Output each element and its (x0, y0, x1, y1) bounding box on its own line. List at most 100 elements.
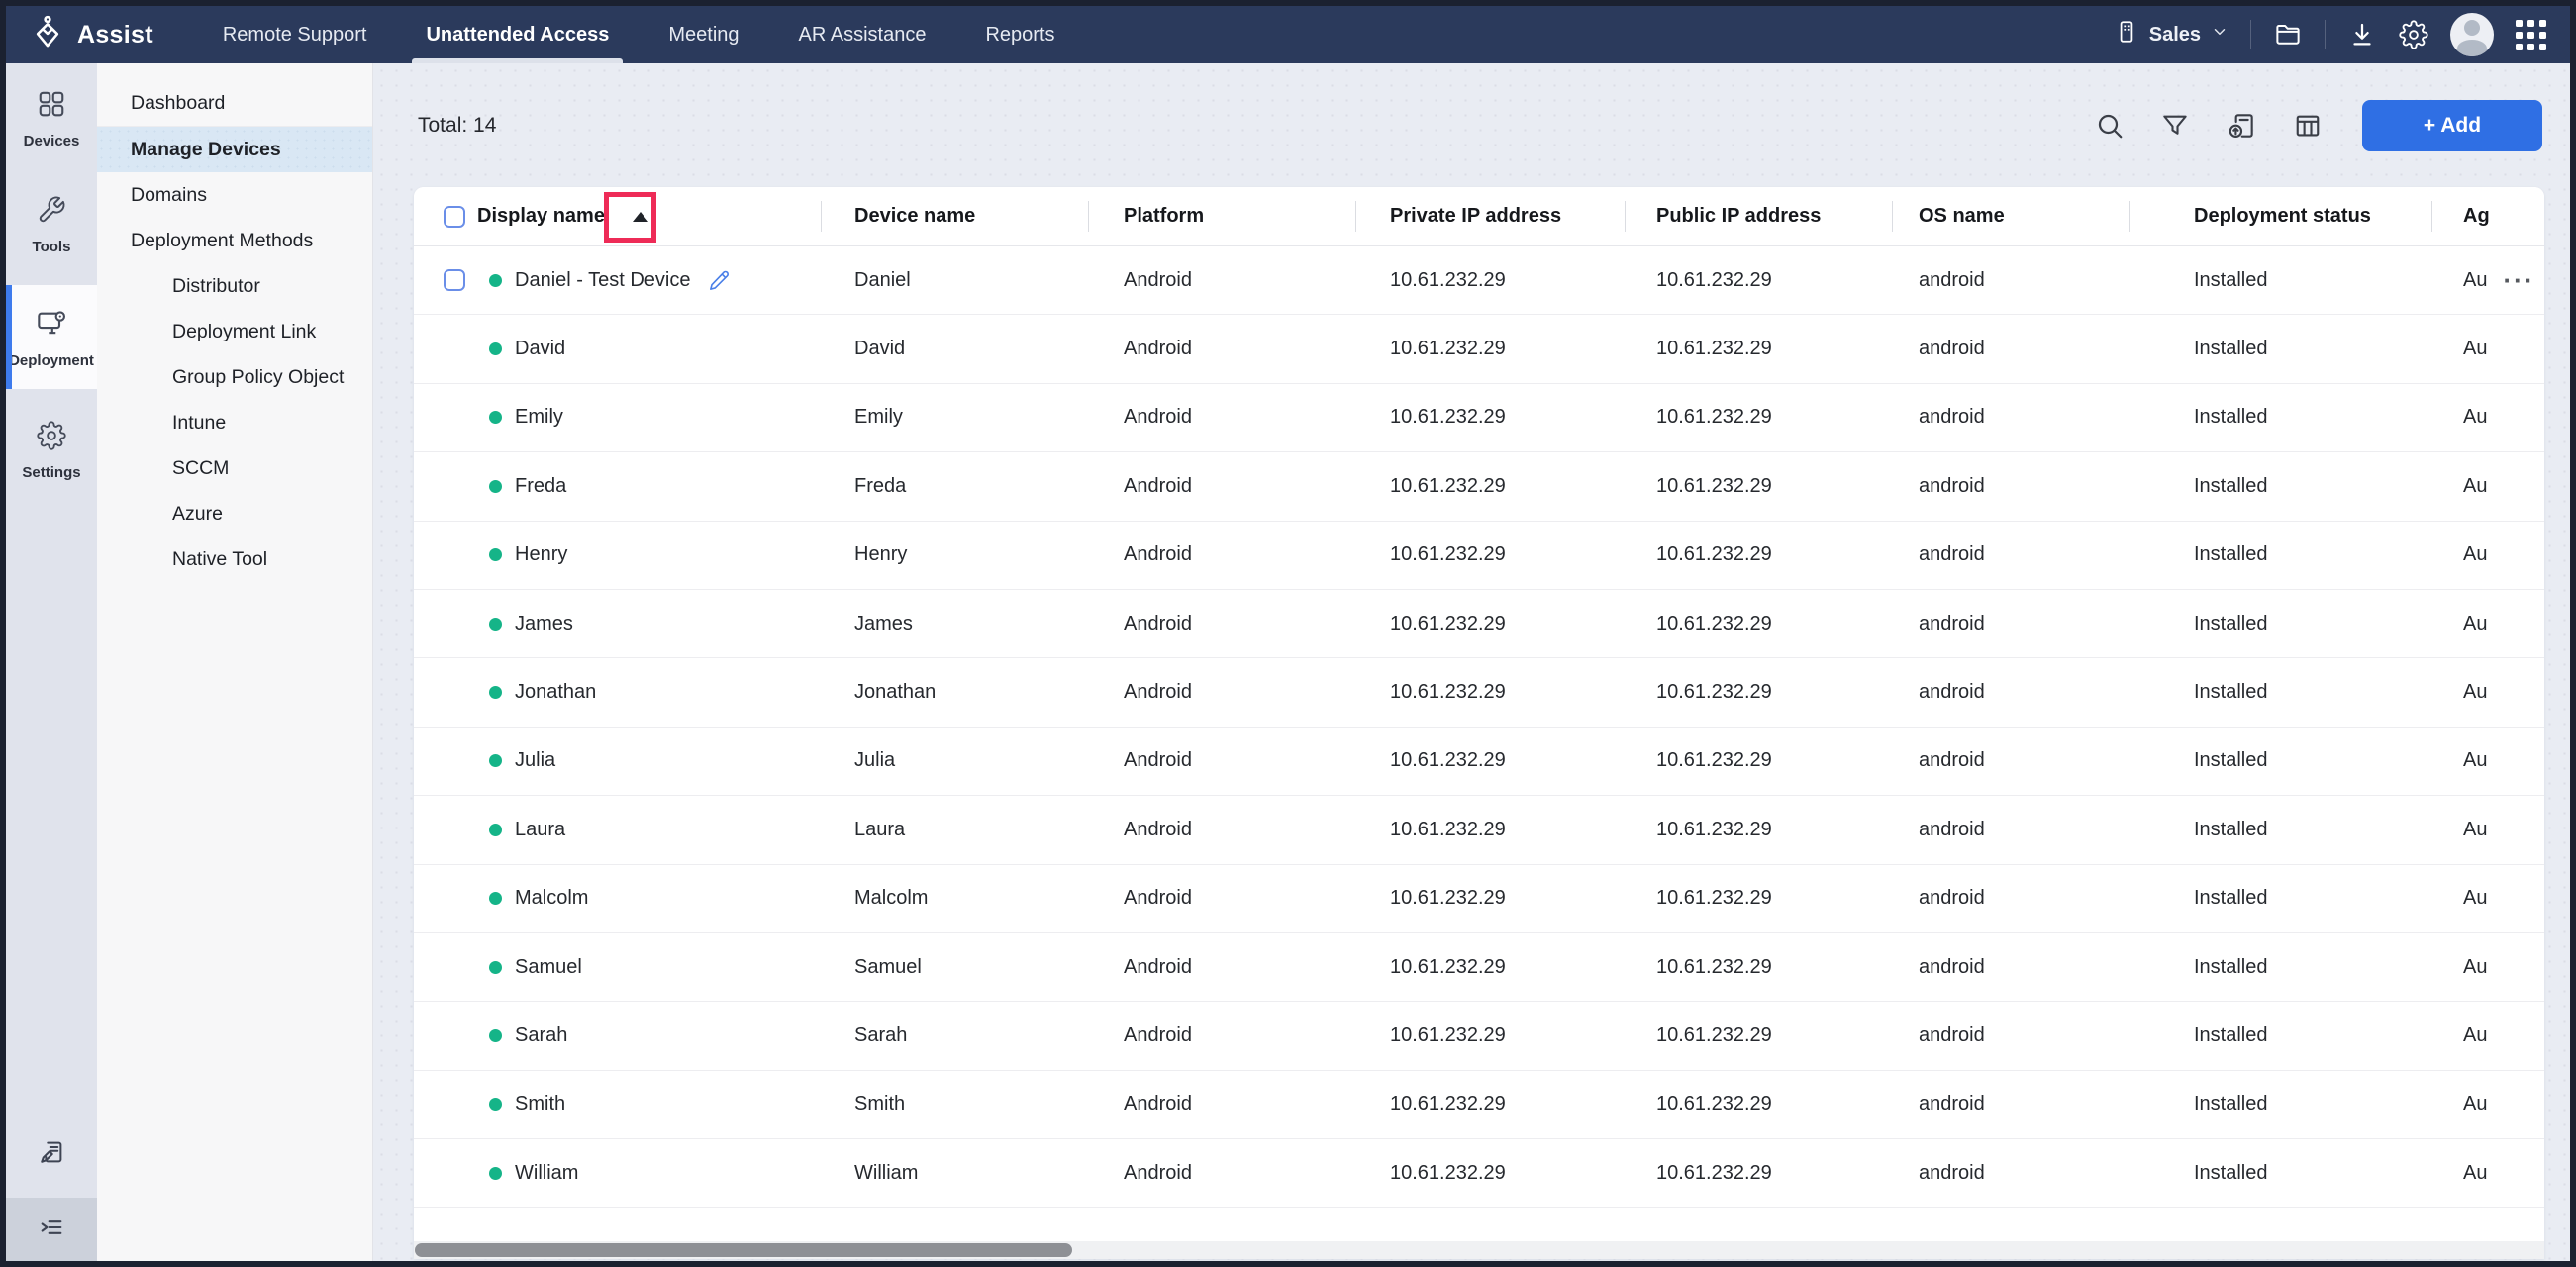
platform-header[interactable]: Platform (1088, 187, 1355, 245)
department-label: Sales (2149, 24, 2201, 47)
nav-meeting[interactable]: Meeting (639, 6, 768, 63)
online-status-dot (489, 618, 502, 631)
agent-text: Au (2463, 543, 2487, 566)
sidebar-item-deployment-methods[interactable]: Deployment Methods (97, 218, 372, 263)
device-name-cell: David (821, 338, 1088, 360)
table-row[interactable]: William William Android 10.61.232.29 10.… (414, 1139, 2544, 1208)
sidebar-item-distributor[interactable]: Distributor (97, 263, 372, 309)
sidebar-item-native-tool[interactable]: Native Tool (97, 536, 372, 582)
private-ip-cell: 10.61.232.29 (1355, 819, 1625, 841)
rail-item-devices[interactable]: Devices (6, 67, 97, 169)
sidebar-item-group-policy-object[interactable]: Group Policy Object (97, 354, 372, 400)
deployment-sidebar: Dashboard Manage Devices Domains Deploym… (97, 63, 373, 1261)
public-ip-cell: 10.61.232.29 (1625, 269, 1892, 292)
device-name-cell: Samuel (821, 956, 1088, 979)
device-name-cell: Julia (821, 749, 1088, 772)
table-row[interactable]: Laura Laura Android 10.61.232.29 10.61.2… (414, 796, 2544, 864)
sidebar-item-deployment-link[interactable]: Deployment Link (97, 309, 372, 354)
sidebar-item-azure[interactable]: Azure (97, 491, 372, 536)
rail-item-deployment[interactable]: Deployment (6, 285, 97, 389)
sidebar-item-manage-devices[interactable]: Manage Devices (97, 127, 372, 172)
table-row[interactable]: Emily Emily Android 10.61.232.29 10.61.2… (414, 384, 2544, 452)
platform-cell: Android (1088, 613, 1355, 635)
row-checkbox[interactable] (444, 269, 465, 291)
nav-unattended-access[interactable]: Unattended Access (396, 6, 639, 63)
online-status-dot (489, 274, 502, 287)
column-label: Display name (477, 205, 605, 228)
table-row[interactable]: Jonathan Jonathan Android 10.61.232.29 1… (414, 658, 2544, 727)
filter-icon[interactable] (2160, 111, 2190, 141)
display-name-text: Jonathan (515, 681, 596, 704)
table-row[interactable]: David David Android 10.61.232.29 10.61.2… (414, 315, 2544, 383)
collapse-sidebar-icon (38, 1214, 65, 1246)
private-ip-cell: 10.61.232.29 (1355, 749, 1625, 772)
deployment-status-header[interactable]: Deployment status (2129, 187, 2431, 245)
device-table-body: Daniel - Test Device Daniel Android 10.6… (414, 246, 2544, 1208)
display-name-text: Smith (515, 1093, 565, 1116)
table-row[interactable]: Julia Julia Android 10.61.232.29 10.61.2… (414, 728, 2544, 796)
collapse-sidebar-button[interactable] (6, 1198, 97, 1261)
online-status-dot (489, 1098, 502, 1111)
deployment-status-cell: Installed (2129, 819, 2431, 841)
add-device-button[interactable]: + Add (2362, 100, 2542, 151)
table-row[interactable]: Malcolm Malcolm Android 10.61.232.29 10.… (414, 865, 2544, 933)
agent-header[interactable]: Ag (2431, 187, 2544, 245)
apps-grid-icon[interactable] (2516, 20, 2546, 50)
settings-gear-icon[interactable] (2399, 20, 2428, 49)
nav-remote-support[interactable]: Remote Support (193, 6, 397, 63)
os-name-header[interactable]: OS name (1892, 187, 2129, 245)
public-ip-header[interactable]: Public IP address (1625, 187, 1892, 245)
department-selector[interactable]: Sales (2114, 19, 2229, 50)
table-row[interactable]: Sarah Sarah Android 10.61.232.29 10.61.2… (414, 1002, 2544, 1070)
files-folder-icon[interactable] (2273, 20, 2303, 49)
search-icon[interactable] (2095, 111, 2125, 141)
agent-text: Au (2463, 681, 2487, 704)
device-name-header[interactable]: Device name (821, 187, 1088, 245)
sidebar-item-domains[interactable]: Domains (97, 172, 372, 218)
nav-ar-assistance[interactable]: AR Assistance (769, 6, 956, 63)
rail-spacer (6, 501, 97, 1120)
sidebar-item-intune[interactable]: Intune (97, 400, 372, 445)
table-row[interactable]: Samuel Samuel Android 10.61.232.29 10.61… (414, 933, 2544, 1002)
horizontal-scrollbar-thumb[interactable] (415, 1243, 1072, 1257)
feedback-note-button[interactable] (6, 1120, 97, 1198)
brand[interactable]: Assist (30, 15, 153, 55)
platform-cell: Android (1088, 543, 1355, 566)
platform-cell: Android (1088, 1024, 1355, 1047)
private-ip-cell: 10.61.232.29 (1355, 406, 1625, 429)
os-name-cell: android (1892, 749, 2129, 772)
os-name-cell: android (1892, 1024, 2129, 1047)
os-name-cell: android (1892, 956, 2129, 979)
edit-device-button[interactable] (708, 269, 731, 292)
private-ip-header[interactable]: Private IP address (1355, 187, 1625, 245)
rail-item-settings[interactable]: Settings (6, 399, 97, 501)
table-header-row: Display name Device name Platform Privat… (414, 187, 2544, 246)
table-toolbar: Total: 14 (374, 63, 2570, 187)
device-name-cell: Sarah (821, 1024, 1088, 1047)
download-icon[interactable] (2347, 20, 2377, 49)
table-row[interactable]: Henry Henry Android 10.61.232.29 10.61.2… (414, 522, 2544, 590)
table-row[interactable]: James James Android 10.61.232.29 10.61.2… (414, 590, 2544, 658)
deployment-status-cell: Installed (2129, 681, 2431, 704)
export-icon[interactable] (2226, 110, 2257, 142)
sidebar-item-dashboard[interactable]: Dashboard (97, 81, 372, 127)
sort-ascending-icon[interactable] (633, 212, 648, 222)
os-name-cell: android (1892, 269, 2129, 292)
sidebar-item-sccm[interactable]: SCCM (97, 445, 372, 491)
select-all-checkbox[interactable] (444, 206, 465, 228)
table-row[interactable]: Freda Freda Android 10.61.232.29 10.61.2… (414, 452, 2544, 521)
user-avatar[interactable] (2450, 13, 2494, 56)
agent-cell: Au (2431, 406, 2544, 429)
display-name-text: Laura (515, 819, 565, 841)
deployment-status-cell: Installed (2129, 269, 2431, 292)
rail-item-tools[interactable]: Tools (6, 173, 97, 275)
table-row[interactable]: Smith Smith Android 10.61.232.29 10.61.2… (414, 1071, 2544, 1139)
device-name-cell: Smith (821, 1093, 1088, 1116)
display-name-header[interactable]: Display name (414, 187, 821, 245)
display-name-cell: Emily (414, 406, 821, 429)
agent-cell: Au (2431, 338, 2544, 360)
manage-columns-icon[interactable] (2293, 111, 2323, 141)
nav-reports[interactable]: Reports (955, 6, 1084, 63)
table-row[interactable]: Daniel - Test Device Daniel Android 10.6… (414, 246, 2544, 315)
horizontal-scrollbar[interactable] (414, 1241, 2544, 1259)
